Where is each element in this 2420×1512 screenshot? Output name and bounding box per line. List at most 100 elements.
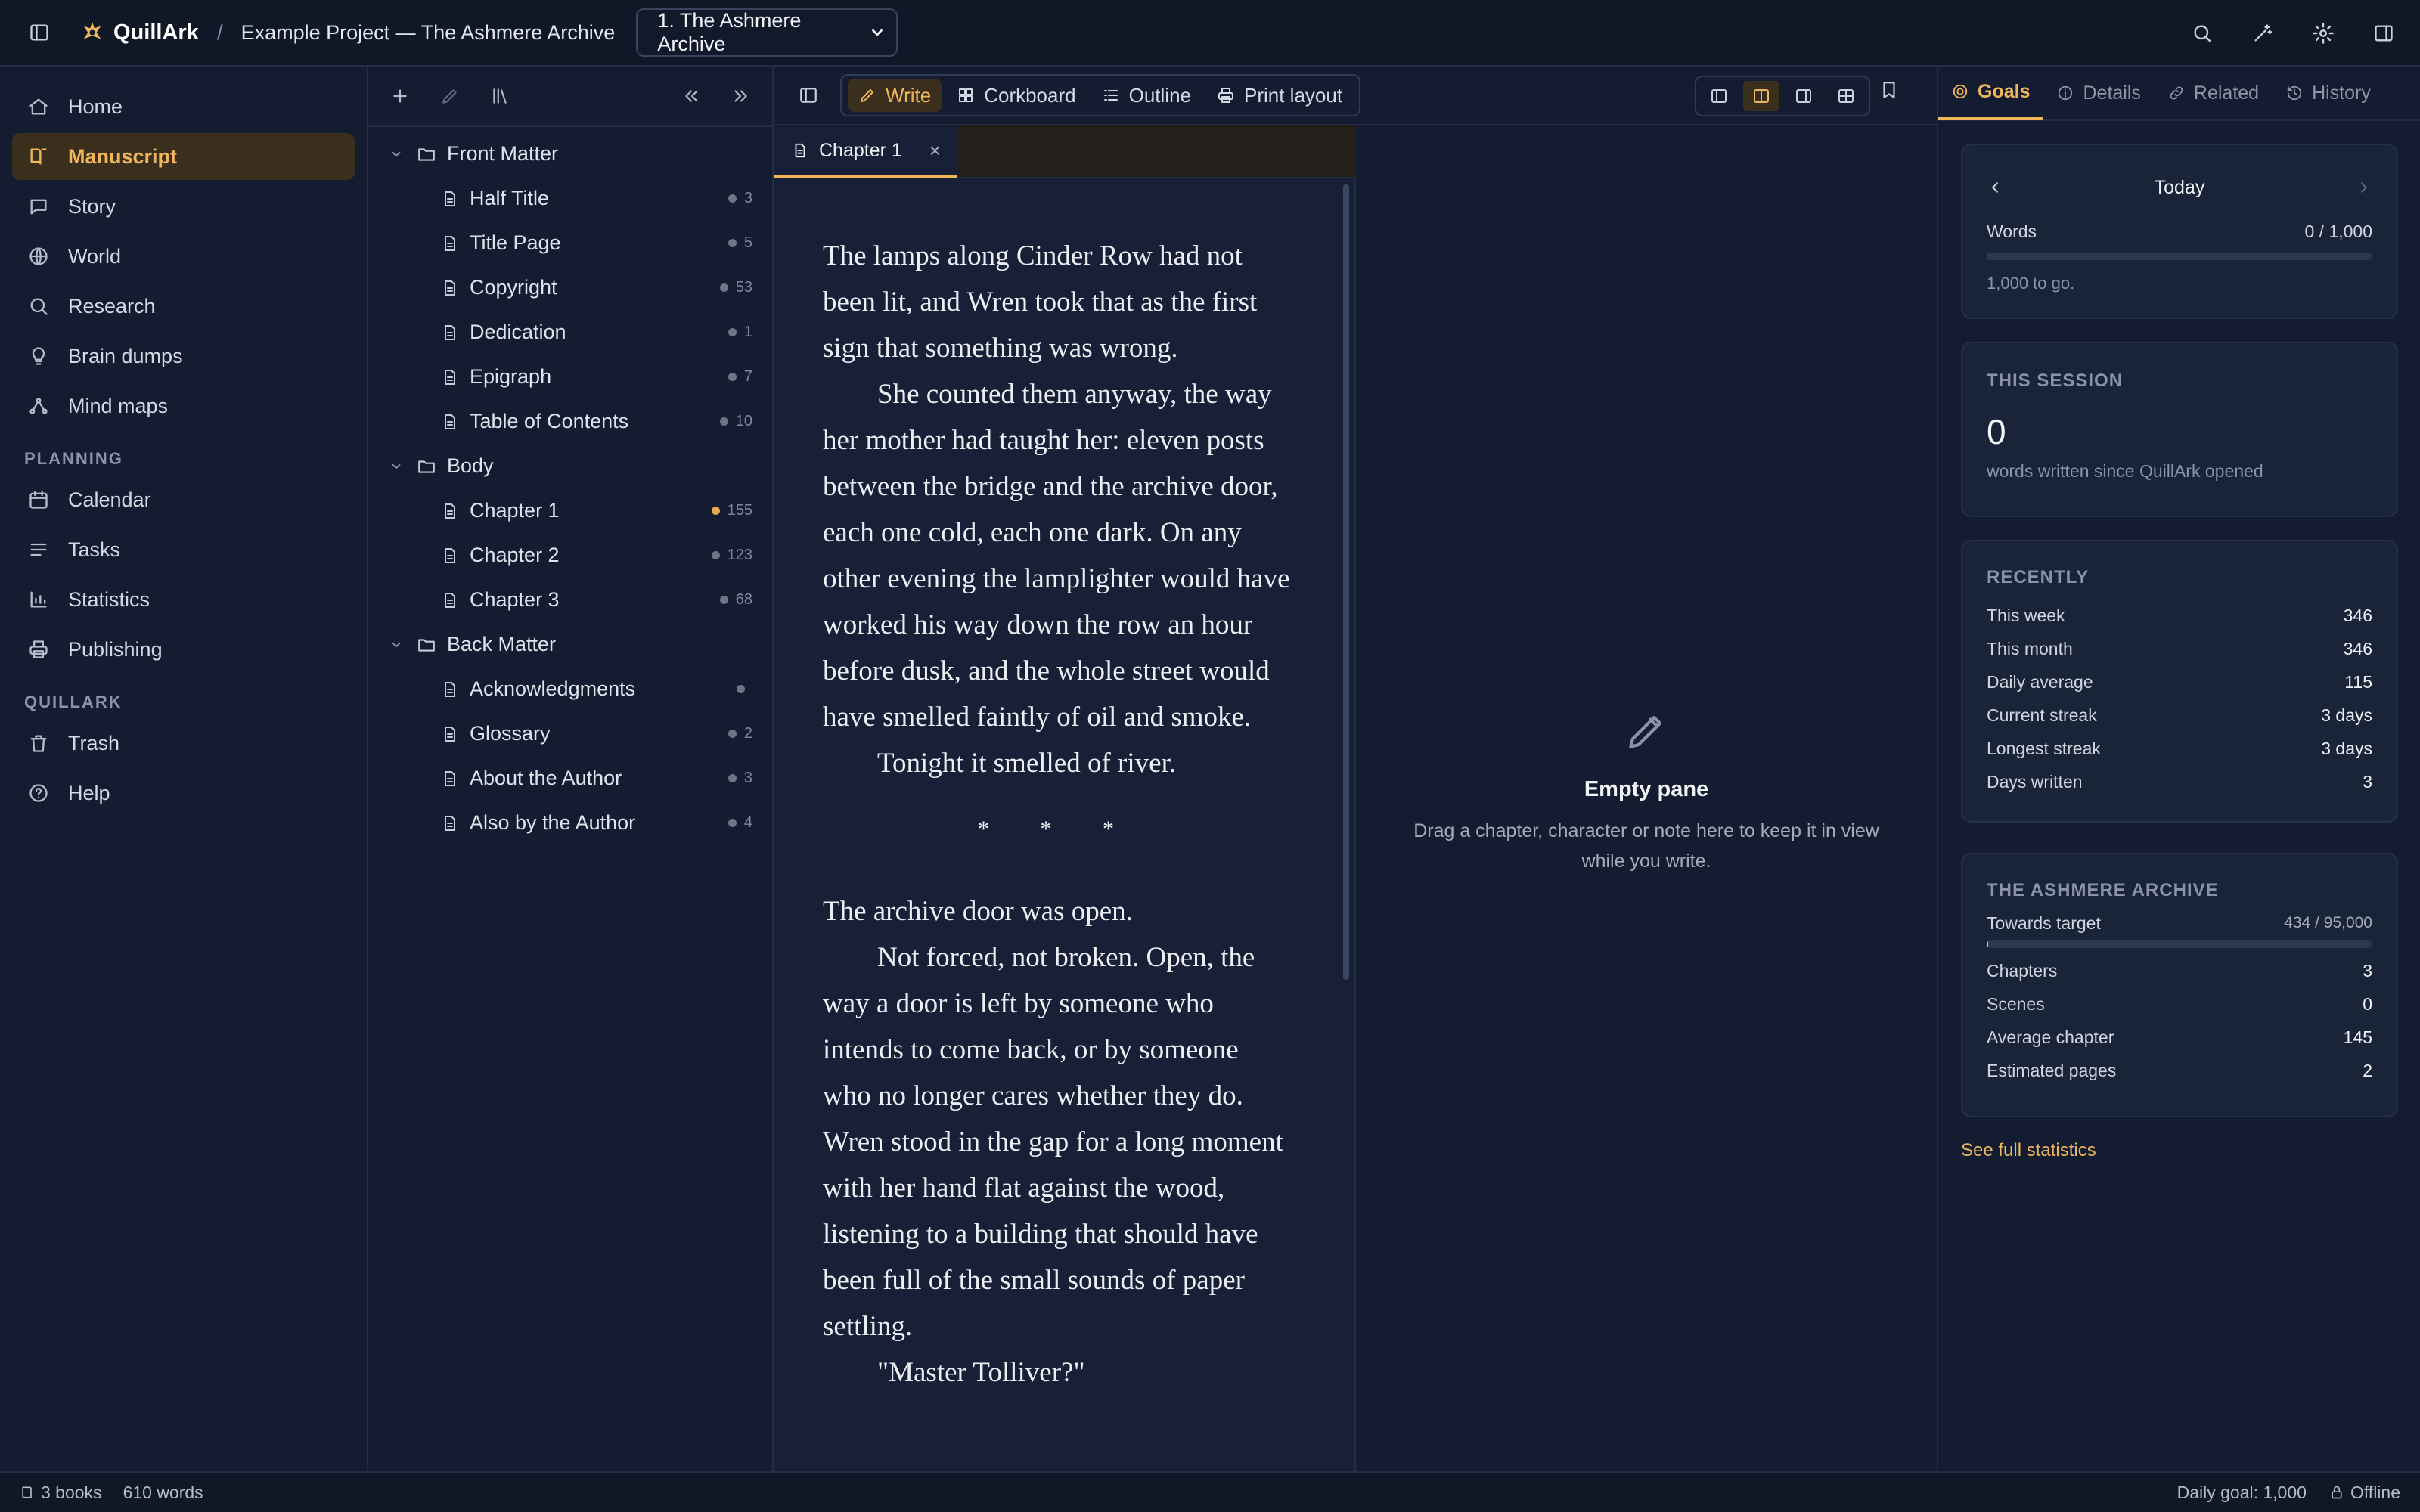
chevron-down-icon[interactable] (389, 147, 408, 161)
tab-goals[interactable]: Goals (1938, 66, 2044, 120)
collapse-all-icon[interactable] (675, 79, 709, 113)
add-icon[interactable] (383, 79, 417, 113)
corkboard-mode-button[interactable]: Corkboard (946, 79, 1086, 112)
nav-research[interactable]: Research (12, 283, 355, 330)
stat-value: 346 (2343, 638, 2372, 658)
binder-document[interactable]: Chapter 1 155 (368, 488, 772, 533)
chevron-down-icon[interactable] (389, 638, 408, 652)
write-mode-button[interactable]: Write (848, 79, 942, 112)
library-icon[interactable] (483, 79, 517, 113)
nav-statistics[interactable]: Statistics (12, 576, 355, 623)
layout-grid-icon[interactable] (1828, 81, 1864, 111)
tab-details[interactable]: Details (2043, 66, 2154, 120)
binder-document[interactable]: Copyright 53 (368, 265, 772, 310)
nav-publishing[interactable]: Publishing (12, 626, 355, 673)
pane-layout-group (1695, 76, 1870, 116)
sidebar-toggle-icon[interactable] (23, 16, 56, 49)
today-progress-bar (1987, 253, 2372, 260)
binder-document[interactable]: About the Author 3 (368, 756, 772, 801)
status-dot (711, 551, 720, 559)
bookmark-icon[interactable] (1879, 80, 1899, 100)
see-full-statistics-link[interactable]: See full statistics (1961, 1140, 2096, 1161)
manuscript-binder: Front Matter Half Title 3 Title Page 5 Copyri… (368, 67, 774, 1471)
tab-related[interactable]: Related (2155, 66, 2273, 120)
word-count: 610 words (123, 1482, 203, 1502)
target-progress-bar (1987, 940, 2372, 948)
book-select[interactable]: 1. The Ashmere Archive (636, 8, 898, 57)
binder-toggle-icon[interactable] (792, 79, 825, 112)
print-layout-mode-button[interactable]: Print layout (1206, 79, 1353, 112)
calendar-icon (27, 488, 50, 511)
binder-document[interactable]: Half Title 3 (368, 176, 772, 221)
gear-icon[interactable] (2307, 17, 2340, 50)
layout-split-icon[interactable] (1743, 81, 1779, 111)
document-word-count: 3 (743, 190, 752, 206)
outline-mode-button[interactable]: Outline (1091, 79, 1202, 112)
binder-document[interactable]: Table of Contents 10 (368, 399, 772, 444)
binder-folder[interactable]: Front Matter (368, 132, 772, 176)
document-name: Chapter 3 (470, 588, 560, 611)
right-panel: Goals Details Related History Today Word… (1937, 67, 2420, 1471)
binder-folder[interactable]: Back Matter (368, 622, 772, 667)
layout-single-right-icon[interactable] (1786, 81, 1822, 111)
document-word-count: 2 (743, 725, 752, 742)
binder-document[interactable]: Acknowledgments (368, 667, 772, 711)
tab-chapter-1[interactable]: Chapter 1 × (774, 125, 957, 178)
expand-all-icon[interactable] (724, 79, 757, 113)
editor-scrollbar[interactable] (1343, 184, 1349, 980)
nav-calendar[interactable]: Calendar (12, 476, 355, 523)
link-icon (2168, 85, 2185, 101)
right-panel-tabs: Goals Details Related History (1938, 67, 2420, 121)
document-word-count: 123 (727, 547, 752, 563)
right-panel-toggle-icon[interactable] (2367, 17, 2400, 50)
document-icon (441, 814, 459, 832)
nav-manuscript[interactable]: Manuscript (12, 133, 355, 180)
nav-label: Publishing (68, 637, 163, 661)
manuscript-paragraph: The archive door was open. (823, 896, 1133, 927)
nav-help[interactable]: Help (12, 770, 355, 816)
magic-wand-icon[interactable] (2246, 17, 2279, 50)
stat-value: 115 (2344, 671, 2372, 692)
stat-label: Longest streak (1987, 738, 2101, 758)
stat-row: Current streak 3 days (1987, 699, 2372, 732)
manuscript-paragraph: "Master Tolliver?" (877, 1357, 1085, 1388)
recently-heading: RECENTLY (1987, 567, 2090, 587)
nav-trash[interactable]: Trash (12, 720, 355, 767)
binder-document[interactable]: Title Page 5 (368, 221, 772, 265)
binder-document[interactable]: Dedication 1 (368, 310, 772, 355)
binder-document[interactable]: Epigraph 7 (368, 355, 772, 399)
stat-value: 3 days (2321, 738, 2372, 758)
status-dot (728, 328, 737, 336)
word-count-meta: 155 (711, 502, 752, 519)
nav-tasks[interactable]: Tasks (12, 526, 355, 573)
binder-document[interactable]: Chapter 3 68 (368, 578, 772, 622)
chevron-left-icon[interactable] (1987, 179, 2003, 196)
document-icon (441, 279, 459, 297)
quillark-logo-icon (76, 16, 109, 49)
nav-brain-dumps[interactable]: Brain dumps (12, 333, 355, 380)
manuscript-paragraph: The lamps along Cinder Row had not been … (823, 240, 1258, 364)
search-icon[interactable] (2186, 17, 2219, 50)
chevron-right-icon[interactable] (2356, 179, 2372, 196)
binder-folder[interactable]: Body (368, 444, 772, 488)
nav-story[interactable]: Story (12, 183, 355, 230)
empty-pane[interactable]: Empty pane Drag a chapter, character or … (1356, 125, 1937, 1471)
nav-world[interactable]: World (12, 233, 355, 280)
close-icon[interactable]: × (929, 139, 941, 163)
binder-document[interactable]: Chapter 2 123 (368, 533, 772, 578)
layout-single-left-icon[interactable] (1701, 81, 1737, 111)
nav-mind-maps[interactable]: Mind maps (12, 383, 355, 429)
nav-home[interactable]: Home (12, 83, 355, 130)
manuscript-text[interactable]: The lamps along Cinder Row had not been … (823, 233, 1292, 1396)
status-dot (719, 284, 728, 292)
tab-history[interactable]: History (2273, 66, 2384, 120)
chevron-down-icon[interactable] (389, 460, 408, 473)
pencil-icon[interactable] (433, 79, 467, 113)
document-word-count: 7 (743, 368, 752, 385)
words-to-go: 1,000 to go. (1987, 274, 2075, 293)
nav-label: Manuscript (68, 144, 178, 168)
binder-document[interactable]: Also by the Author 4 (368, 801, 772, 845)
project-breadcrumb[interactable]: Example Project — The Ashmere Archive (241, 21, 616, 45)
stat-value: 3 days (2321, 705, 2372, 725)
binder-document[interactable]: Glossary 2 (368, 711, 772, 756)
